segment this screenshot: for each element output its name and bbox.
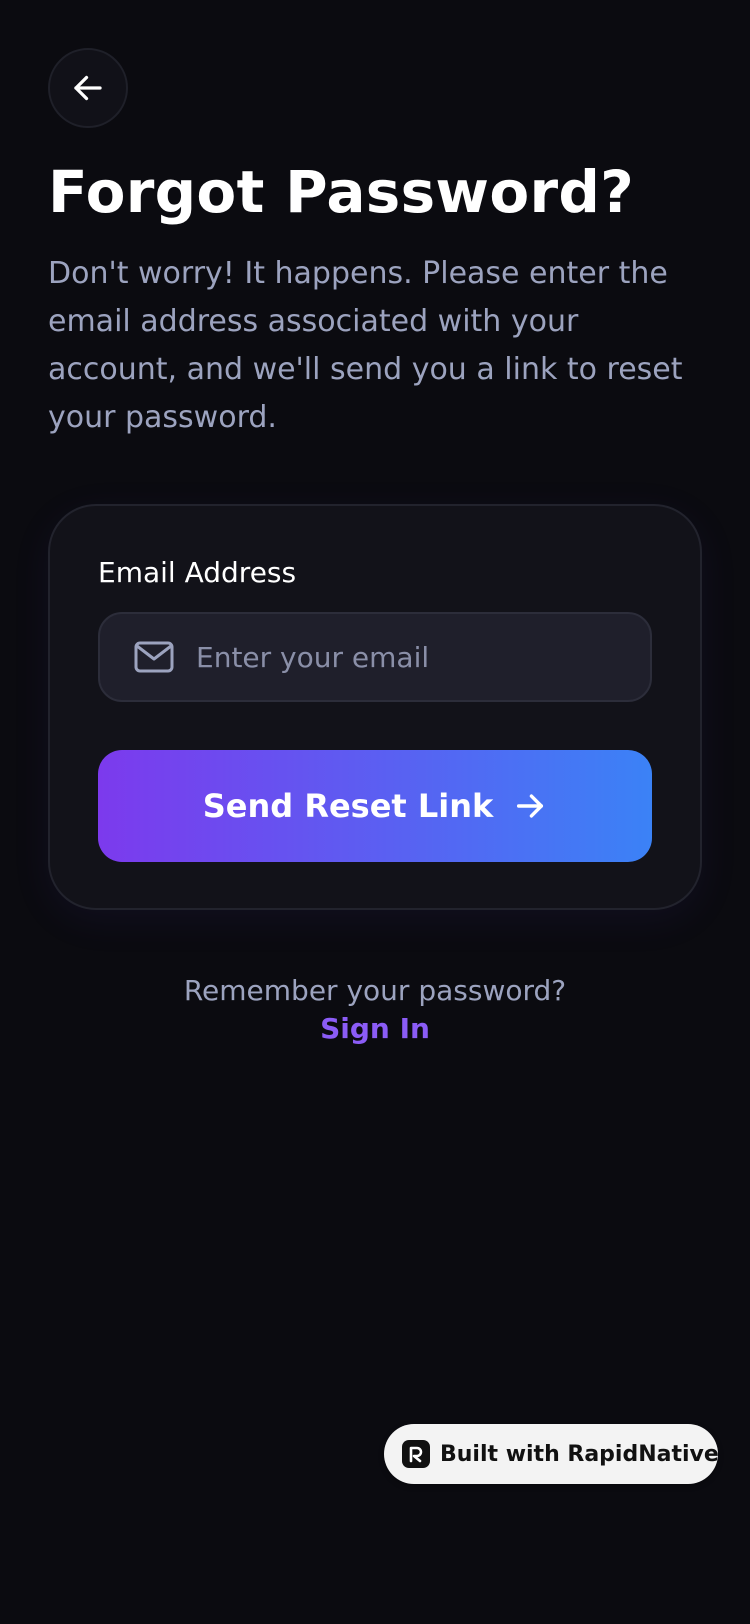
sign-in-link[interactable]: Sign In — [0, 1012, 750, 1045]
remember-password-text: Remember your password? — [183, 974, 567, 1007]
mail-icon — [134, 641, 174, 673]
built-with-badge[interactable]: Built with RapidNative — [384, 1424, 719, 1484]
email-input[interactable] — [196, 617, 650, 697]
send-reset-link-button[interactable]: Send Reset Link — [98, 750, 652, 862]
page-subtitle: Don't worry! It happens. Please enter th… — [48, 256, 683, 435]
reset-form-card: Email Address Send Reset Link — [48, 504, 702, 910]
send-reset-link-label: Send Reset Link — [202, 787, 494, 825]
rapidnative-logo-icon — [402, 1440, 430, 1468]
built-with-badge-text: Built with RapidNative — [440, 1441, 719, 1467]
forgot-password-screen: Forgot Password? Don't worry! It happens… — [0, 0, 750, 1624]
arrow-left-icon — [74, 75, 102, 101]
arrow-right-icon — [517, 794, 544, 818]
back-button[interactable] — [48, 48, 128, 128]
page-title: Forgot Password? — [48, 158, 635, 226]
email-field[interactable] — [98, 612, 652, 702]
email-field-label: Email Address — [98, 556, 297, 589]
